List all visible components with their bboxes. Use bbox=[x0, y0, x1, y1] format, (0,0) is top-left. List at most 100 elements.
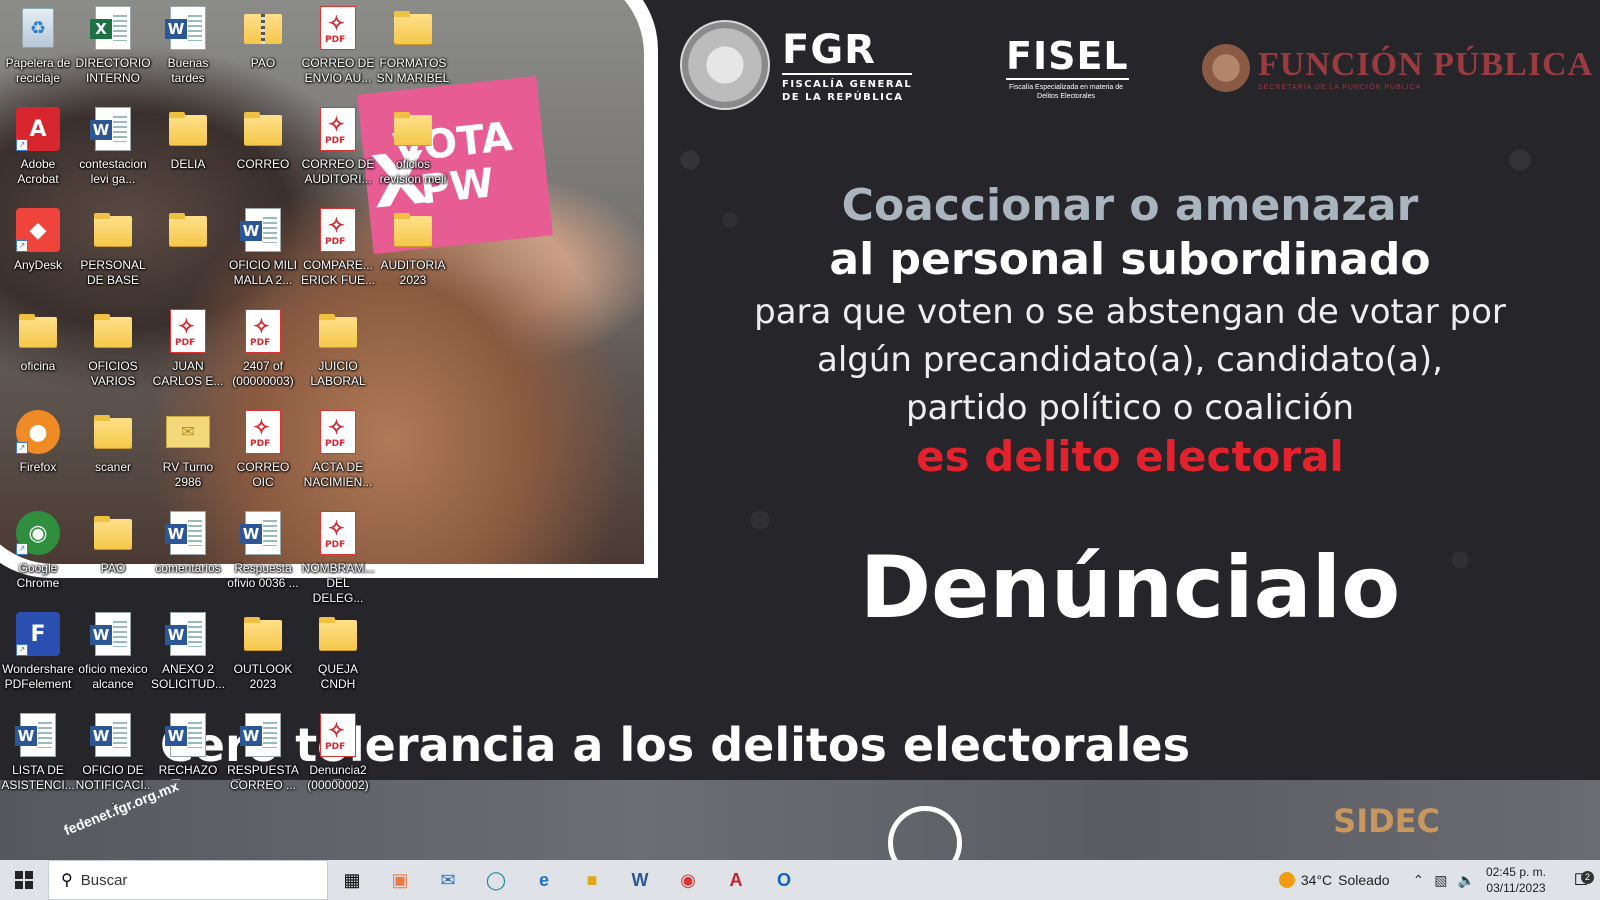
desktop-icon[interactable] bbox=[150, 208, 226, 258]
desktop-icon[interactable]: ✧ PDF Denuncia2 (00000002) bbox=[300, 713, 376, 793]
task-view-button[interactable]: ▦ bbox=[328, 860, 376, 900]
desktop-icon[interactable]: X DIRECTORIO INTERNO bbox=[75, 6, 151, 86]
microsoft-store-button[interactable]: ▣ bbox=[376, 860, 424, 900]
funcion-publica-logo: FUNCIÓN PÚBLICA SECRETARÍA DE LA FUNCIÓN… bbox=[1202, 44, 1593, 92]
desktop-icon[interactable]: W RECHAZO bbox=[150, 713, 226, 778]
desktop-icon[interactable]: W Buenas tardes bbox=[150, 6, 226, 86]
desktop-icon[interactable]: CORREO bbox=[225, 107, 301, 172]
desktop-icon-label: AnyDesk bbox=[13, 258, 63, 272]
desktop-icon[interactable]: oficina bbox=[0, 309, 76, 374]
file-explorer-button[interactable]: ■ bbox=[568, 860, 616, 900]
desktop-icon-label: QUEJA CNDH bbox=[317, 662, 358, 691]
network-icon[interactable]: ▧ bbox=[1434, 872, 1447, 889]
desktop-icon[interactable]: OFICIOS VARIOS bbox=[75, 309, 151, 389]
desktop-icon[interactable]: scaner bbox=[75, 410, 151, 475]
desktop-icon-label: contestacion levi ga... bbox=[79, 157, 147, 186]
desktop-icon[interactable]: ✧ PDF COMPARE... ERICK FUE... bbox=[300, 208, 376, 288]
folder-icon bbox=[166, 107, 210, 151]
desktop-icon-label: CORREO DE ENVIO AU... bbox=[301, 56, 375, 85]
desktop-icon[interactable]: AUDITORIA 2023 bbox=[375, 208, 451, 288]
sidec-logo: SIDEC bbox=[1333, 802, 1440, 840]
desktop-icon[interactable]: ✧ PDF CORREO DE AUDITORI... bbox=[300, 107, 376, 187]
desktop-icon[interactable]: F ↗ Wondershare PDFelement bbox=[0, 612, 76, 692]
desktop-icon[interactable]: DELIA bbox=[150, 107, 226, 172]
notification-badge: 2 bbox=[1581, 871, 1594, 884]
word-document-icon: W bbox=[15, 713, 60, 757]
zip-folder-icon bbox=[241, 6, 285, 50]
desktop-icon[interactable]: ✉ RV Turno 2986 bbox=[150, 410, 226, 490]
pdf-document-icon: ✧ PDF bbox=[316, 107, 360, 151]
desktop-icon[interactable]: W OFICIO MILI MALLA 2... bbox=[225, 208, 301, 288]
desktop-icon[interactable]: FORMATOS SN MARIBEL bbox=[375, 6, 451, 86]
desktop-icon-label: RESPUESTA CORREO ... bbox=[227, 763, 299, 792]
folder-icon bbox=[316, 612, 360, 656]
desktop-icon[interactable]: Wcomentarios bbox=[150, 511, 226, 576]
desktop-icon[interactable]: ✧ PDF 2407 of (00000003) bbox=[225, 309, 301, 389]
desktop-icon[interactable]: ◉ ↗ Google Chrome bbox=[0, 511, 76, 591]
desktop-icon[interactable]: JUICIO LABORAL bbox=[300, 309, 376, 389]
poster-line-denuncialo: Denúncialo bbox=[859, 538, 1401, 638]
fgr-subtitle: FISCALÍA GENERAL DE LA REPÚBLICA bbox=[782, 78, 913, 103]
desktop-icon[interactable]: OUTLOOK 2023 bbox=[225, 612, 301, 692]
desktop-icon[interactable]: ✧ PDF CORREO OIC bbox=[225, 410, 301, 490]
anydesk-icon: ◆ ↗ bbox=[16, 208, 60, 252]
desktop-icon[interactable]: Woficio mexico alcance bbox=[75, 612, 151, 692]
desktop-icon[interactable]: QUEJA CNDH bbox=[300, 612, 376, 692]
folder-icon bbox=[166, 208, 210, 252]
outlook-button[interactable]: O bbox=[760, 860, 808, 900]
folder-icon bbox=[391, 6, 435, 50]
search-placeholder: Buscar bbox=[80, 871, 128, 889]
desktop-icon[interactable]: A ↗ Adobe Acrobat bbox=[0, 107, 76, 187]
clock[interactable]: 02:45 p. m. 03/11/2023 bbox=[1486, 864, 1546, 896]
desktop-icon[interactable]: W ANEXO 2 SOLICITUD... bbox=[150, 612, 226, 692]
desktop-icon-label: Adobe Acrobat bbox=[17, 157, 59, 186]
pdf-document-icon: ✧ PDF bbox=[166, 309, 210, 353]
notification-center-button[interactable]: ☐ 2 bbox=[1562, 870, 1600, 890]
edge-button[interactable]: ◯ bbox=[472, 860, 520, 900]
fisel-subtitle: Fiscalía Especializada en materia de Del… bbox=[1008, 84, 1123, 100]
chrome-icon: ◉ bbox=[680, 869, 696, 890]
chrome-icon: ◉ ↗ bbox=[16, 511, 60, 555]
desktop-icon[interactable]: W RESPUESTA CORREO ... bbox=[225, 713, 301, 793]
desktop-icon[interactable]: oficios revision meli bbox=[375, 107, 451, 187]
desktop-icon[interactable]: ✧ PDF JUAN CARLOS E... bbox=[150, 309, 226, 389]
task-view-icon: ▦ bbox=[343, 869, 361, 890]
mail-icon: ✉ bbox=[440, 869, 456, 890]
desktop-icon[interactable]: PERSONAL DE BASE bbox=[75, 208, 151, 288]
clock-time: 02:45 p. m. bbox=[1485, 865, 1546, 879]
desktop-icon-label: PERSONAL DE BASE bbox=[80, 258, 146, 287]
folder-icon bbox=[391, 107, 435, 151]
acrobat-button[interactable]: A bbox=[712, 860, 760, 900]
desktop-icon[interactable]: ♻ Papelera de reciclaje bbox=[0, 6, 76, 86]
desktop-icon[interactable]: W Respuesta ofivio 0036 ... bbox=[225, 511, 301, 591]
word-document-icon: W bbox=[165, 612, 210, 656]
desktop-icon[interactable]: W OFICIO DE NOTIFICACI... bbox=[75, 713, 151, 808]
desktop-icon-label: 2407 of (00000003) bbox=[232, 359, 294, 388]
desktop-icon[interactable]: ✧ PDF NOMBRAM... DEL DELEG... bbox=[300, 511, 376, 606]
desktop-icon[interactable]: PAO bbox=[225, 6, 301, 71]
internet-explorer-button[interactable]: e bbox=[520, 860, 568, 900]
desktop-icon[interactable]: ◆ ↗ AnyDesk bbox=[0, 208, 76, 273]
taskbar-search-box[interactable]: ⚲ Buscar bbox=[48, 860, 328, 900]
desktop-icon[interactable]: Wcontestacion levi ga... bbox=[75, 107, 151, 187]
desktop-icon-label: comentarios bbox=[155, 561, 221, 575]
pdfelement-icon: F ↗ bbox=[16, 612, 60, 656]
desktop-icon[interactable]: ● ↗ Firefox bbox=[0, 410, 76, 475]
desktop-icon[interactable]: ✧ PDF ACTA DE NACIMIEN... bbox=[300, 410, 376, 490]
word-document-icon: W bbox=[90, 713, 135, 757]
pdf-document-icon: ✧ PDF bbox=[316, 713, 360, 757]
desktop-icon[interactable]: ✧ PDF CORREO DE ENVIO AU... bbox=[300, 6, 376, 86]
word-document-icon: W bbox=[165, 713, 210, 757]
chrome-button[interactable]: ◉ bbox=[664, 860, 712, 900]
mail-button[interactable]: ✉ bbox=[424, 860, 472, 900]
word-button[interactable]: W bbox=[616, 860, 664, 900]
weather-widget[interactable]: 34°C Soleado bbox=[1278, 872, 1390, 888]
desktop-icon-label: OUTLOOK 2023 bbox=[233, 662, 293, 691]
volume-icon[interactable]: 🔈 bbox=[1458, 872, 1475, 889]
chevron-up-icon[interactable]: ⌃ bbox=[1413, 872, 1425, 889]
desktop-icon[interactable]: W LISTA DE ASISTENCI... bbox=[0, 713, 76, 793]
folder-icon: ■ bbox=[586, 869, 598, 890]
desktop-icon[interactable]: PAO bbox=[75, 511, 151, 576]
weather-temperature: 34°C bbox=[1300, 872, 1333, 888]
start-button[interactable] bbox=[0, 860, 48, 900]
